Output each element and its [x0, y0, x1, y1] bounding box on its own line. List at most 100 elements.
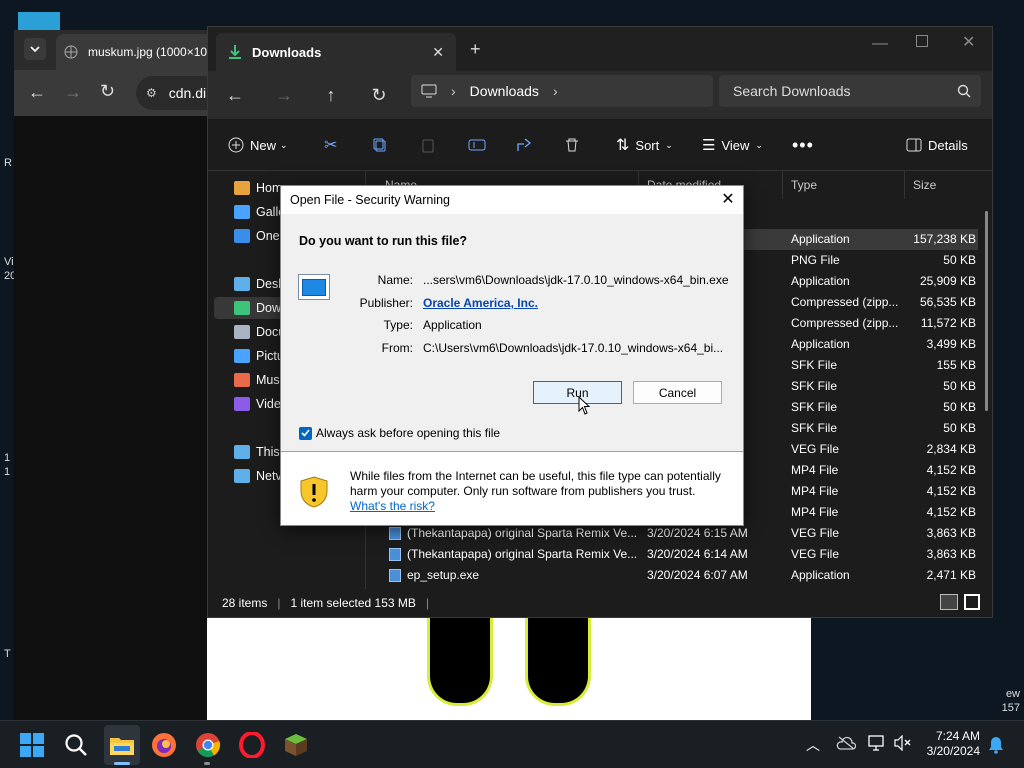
sidebar-item-label: Vide — [256, 397, 281, 411]
forward-icon[interactable]: → — [64, 82, 82, 103]
breadcrumb-chevron-icon: › — [552, 83, 558, 99]
cell-type: SFK File — [791, 379, 838, 393]
tab-list-button[interactable] — [24, 38, 46, 60]
opera-icon[interactable] — [238, 731, 266, 759]
forward-icon[interactable]: → — [270, 81, 298, 109]
minimize-icon[interactable]: — — [872, 35, 888, 53]
sidebar-item-label: This — [256, 445, 280, 459]
cell-type: Application — [791, 337, 850, 351]
notification-bell-icon[interactable] — [988, 736, 1004, 754]
from-value: C:\Users\vm6\Downloads\jdk-17.0.10_windo… — [423, 341, 724, 355]
refresh-icon[interactable]: ↻ — [365, 81, 393, 109]
explorer-tabbar: Downloads ✕ + — ✕ — [208, 27, 992, 71]
details-view-icon[interactable] — [940, 594, 958, 610]
warning-text: While files from the Internet can be use… — [350, 469, 730, 514]
new-button[interactable]: New ⌄ — [228, 131, 288, 159]
back-icon[interactable]: ← — [28, 82, 46, 103]
start-icon[interactable] — [18, 731, 46, 759]
browser-window: muskum.jpg (1000×100 ← → ↻ ⚙ cdn.di — [14, 30, 236, 720]
cut-icon[interactable]: ✂ — [324, 131, 337, 159]
up-icon[interactable]: ↑ — [317, 81, 345, 109]
checkbox-label: Always ask before opening this file — [316, 426, 501, 440]
cell-date: 3/20/2024 6:15 AM — [647, 526, 748, 540]
copy-icon[interactable] — [372, 131, 394, 159]
warning-line: While files from the Internet can be use… — [350, 469, 721, 483]
cancel-button[interactable]: Cancel — [633, 381, 722, 404]
table-row[interactable]: ep_setup.exe 3/20/2024 6:07 AM Application… — [367, 565, 978, 586]
cell-name: (Thekantapapa) original Sparta Remix Ve.… — [407, 526, 638, 540]
cell-name: (Thekantapapa) original Sparta Remix Ve.… — [407, 547, 638, 561]
paste-icon[interactable] — [420, 131, 442, 159]
firefox-icon[interactable] — [150, 731, 178, 759]
close-tab-icon[interactable]: ✕ — [432, 44, 444, 61]
sort-button[interactable]: ⇅ Sort ⌄ — [616, 131, 673, 159]
minecraft-icon[interactable] — [282, 731, 310, 759]
details-label: Details — [928, 137, 968, 153]
tiles-view-icon[interactable] — [964, 594, 980, 610]
sort-icon: ⇅ — [616, 137, 630, 154]
chevron-down-icon: ⌄ — [280, 139, 288, 150]
chevron-up-icon[interactable]: ︿ — [806, 735, 820, 755]
file-icon — [389, 548, 401, 561]
view-label: View — [721, 137, 750, 153]
cell-size: 4,152 KB — [926, 484, 976, 498]
cell-size: 2,471 KB — [926, 568, 976, 582]
site-info-icon[interactable]: ⚙ — [146, 86, 157, 100]
cell-date: 3/20/2024 6:07 AM — [647, 568, 748, 582]
cell-size: 56,535 KB — [919, 295, 976, 309]
cell-type: MP4 File — [791, 484, 839, 498]
folder-icon — [234, 205, 250, 219]
taskbar: ︿ 7:24 AM 3/20/2024 — [0, 720, 1024, 768]
more-icon[interactable]: ••• — [792, 131, 814, 159]
close-icon[interactable]: ✕ — [717, 188, 739, 210]
column-header-type[interactable]: Type — [783, 171, 905, 199]
share-icon[interactable] — [516, 131, 538, 159]
browser-toolbar: ← → ↻ ⚙ cdn.di — [14, 70, 236, 116]
details-button[interactable]: Details — [906, 131, 968, 159]
maximize-icon[interactable] — [916, 35, 928, 47]
search-icon[interactable] — [62, 731, 90, 759]
folder-icon — [234, 277, 250, 291]
cell-size: 50 KB — [943, 400, 976, 414]
delete-icon[interactable] — [564, 131, 586, 159]
publisher-label: Publisher: — [359, 296, 413, 310]
checkmark-icon — [299, 426, 312, 440]
browser-tab[interactable]: muskum.jpg (1000×100 — [56, 34, 226, 70]
clock-date: 3/20/2024 — [926, 744, 980, 758]
onedrive-icon[interactable] — [836, 736, 856, 750]
view-icon: ☰ — [702, 137, 716, 154]
table-row[interactable]: (Thekantapapa) original Sparta Remix Ve.… — [367, 544, 978, 565]
desktop-icon[interactable] — [18, 12, 60, 30]
desktop-text: 1 — [4, 452, 11, 464]
scrollbar[interactable] — [985, 211, 988, 411]
volume-muted-icon[interactable] — [894, 735, 912, 751]
shield-warning-icon — [300, 476, 328, 508]
cell-type: SFK File — [791, 400, 838, 414]
always-ask-checkbox[interactable]: Always ask before opening this file — [299, 426, 500, 440]
whats-the-risk-link[interactable]: What's the risk? — [350, 499, 730, 514]
sort-label: Sort — [635, 137, 660, 153]
cell-type: Application — [791, 274, 850, 288]
view-button[interactable]: ☰ View ⌄ — [702, 131, 763, 159]
file-explorer-icon[interactable] — [108, 731, 136, 759]
explorer-tab[interactable]: Downloads ✕ — [216, 33, 456, 71]
rename-icon[interactable] — [468, 131, 492, 159]
table-row[interactable]: (Thekantapapa) original Sparta Remix Ve.… — [367, 523, 978, 544]
reload-icon[interactable]: ↻ — [100, 81, 115, 102]
address-bar[interactable]: › Downloads › — [411, 75, 713, 107]
search-input[interactable]: Search Downloads — [719, 75, 981, 107]
column-header-size[interactable]: Size — [905, 171, 985, 199]
publisher-link[interactable]: Oracle America, Inc. — [423, 296, 538, 310]
chrome-icon[interactable] — [194, 731, 222, 759]
close-window-icon[interactable]: ✕ — [962, 32, 975, 52]
monitor-icon — [421, 84, 437, 98]
separator: | — [277, 596, 281, 610]
new-tab-icon[interactable]: + — [470, 39, 481, 60]
browser-content — [14, 116, 234, 720]
clock[interactable]: 7:24 AM 3/20/2024 — [927, 729, 980, 759]
breadcrumb[interactable]: Downloads — [470, 83, 539, 99]
network-icon[interactable] — [868, 735, 886, 751]
back-icon[interactable]: ← — [221, 81, 249, 109]
folder-icon — [234, 469, 250, 483]
folder-icon — [234, 229, 250, 243]
